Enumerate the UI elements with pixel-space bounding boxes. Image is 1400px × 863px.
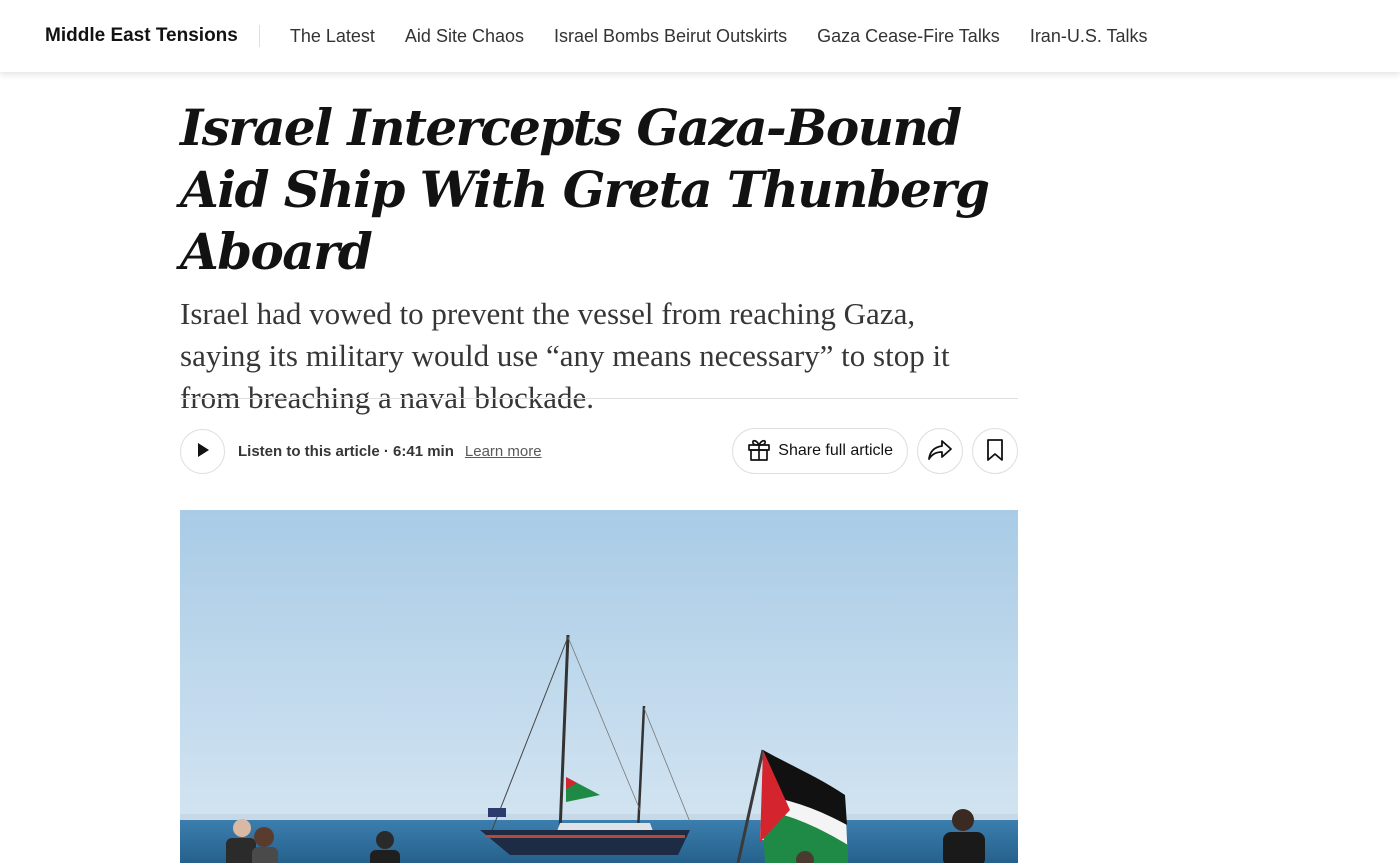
hero-photo [180, 510, 1018, 863]
photo-sky [180, 510, 1018, 822]
section-nav: Middle East Tensions The Latest Aid Site… [0, 0, 1400, 72]
nav-link-iran-us-talks[interactable]: Iran-U.S. Talks [1030, 25, 1148, 47]
article-summary: Israel had vowed to prevent the vessel f… [180, 296, 950, 415]
photo-horizon [180, 814, 1018, 820]
boat-flag-small [488, 808, 506, 817]
section-title-link[interactable]: Middle East Tensions [45, 25, 260, 47]
nav-link-the-latest[interactable]: The Latest [290, 25, 375, 47]
article-actions: Share full article [732, 428, 1018, 474]
share-full-article-label: Share full article [778, 442, 893, 459]
boat-hull [480, 830, 690, 855]
bookmark-icon [986, 438, 1004, 465]
listen-label: Listen to this article · 6:41 min [238, 442, 454, 460]
share-full-article-button[interactable]: Share full article [732, 428, 908, 474]
learn-more-link[interactable]: Learn more [465, 443, 542, 460]
gift-icon [746, 436, 772, 467]
article-header: Israel Intercepts Gaza-Bound Aid Ship Wi… [180, 72, 1018, 474]
nav-link-gaza-cease-fire[interactable]: Gaza Cease-Fire Talks [817, 25, 1000, 47]
article-tools-bar: Listen to this article · 6:41 min Learn … [180, 428, 1018, 474]
share-arrow-icon [927, 439, 953, 464]
nav-link-israel-bombs-beirut[interactable]: Israel Bombs Beirut Outskirts [554, 25, 787, 47]
article-headline: Israel Intercepts Gaza-Bound Aid Ship Wi… [180, 98, 990, 281]
share-button[interactable] [917, 428, 963, 474]
header-divider [180, 398, 1018, 399]
save-bookmark-button[interactable] [972, 428, 1018, 474]
photo-sailboat-scene [180, 510, 1018, 863]
listen-play-button[interactable] [180, 428, 225, 474]
play-icon [196, 442, 210, 461]
nav-link-aid-site-chaos[interactable]: Aid Site Chaos [405, 25, 524, 47]
